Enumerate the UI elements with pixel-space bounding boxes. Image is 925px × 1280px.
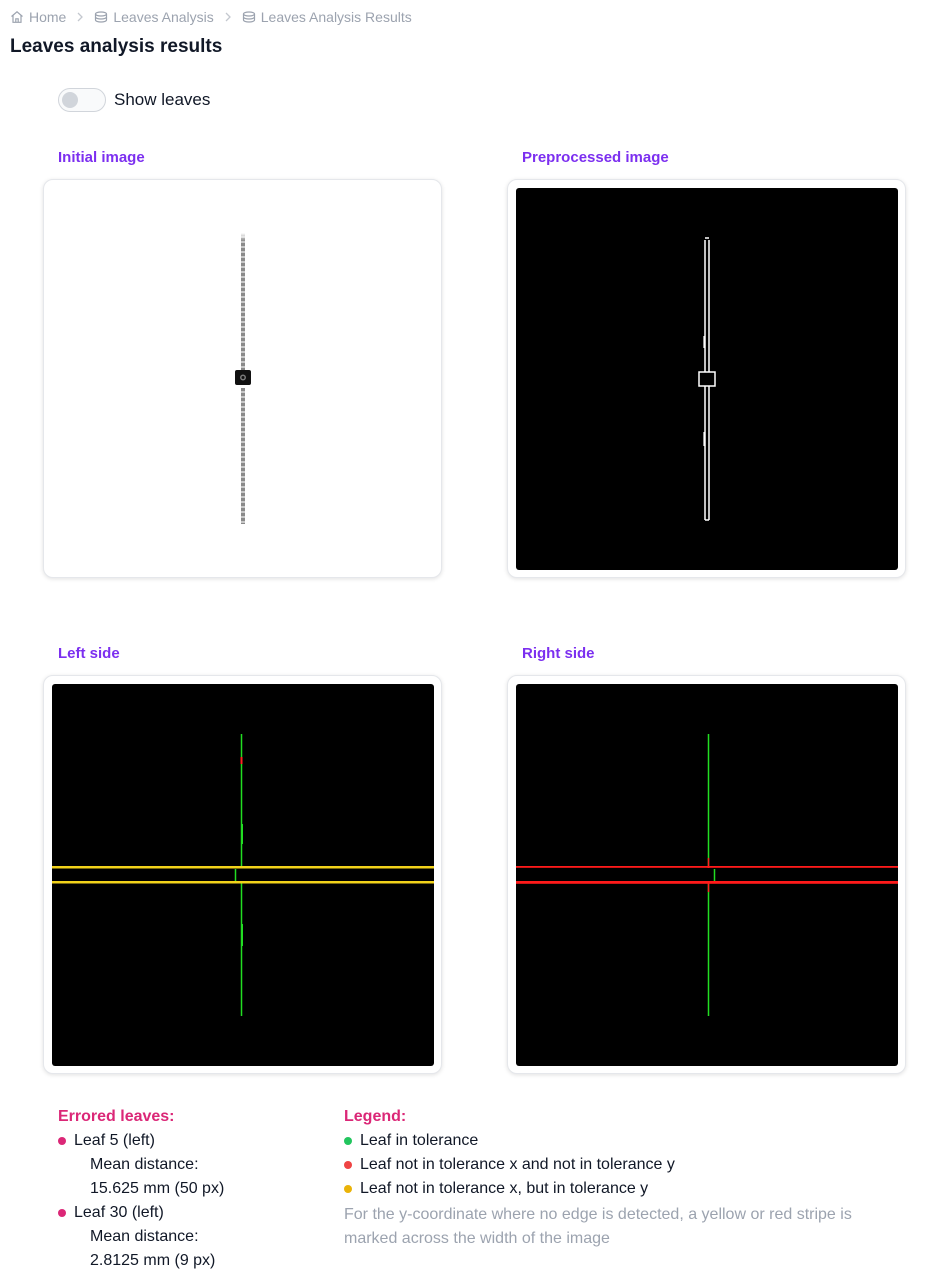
preprocessed-image-title: Preprocessed image (522, 149, 669, 166)
breadcrumb-leaves-analysis-label: Leaves Analysis (113, 9, 214, 25)
mean-distance-label: Mean distance: (90, 1156, 199, 1173)
left-side-title: Left side (58, 645, 120, 662)
breadcrumb-leaves-analysis[interactable]: Leaves Analysis (94, 9, 214, 25)
legend-title: Legend: (344, 1108, 407, 1125)
home-icon (11, 11, 23, 23)
legend-note: For the y-coordinate where no edge is de… (344, 1206, 852, 1247)
initial-image-card (43, 179, 442, 578)
bullet-dot (58, 1209, 66, 1217)
page-title: Leaves analysis results (10, 36, 223, 57)
chevron-right-icon (76, 12, 84, 22)
toggle-knob (62, 92, 78, 108)
breadcrumb-home[interactable]: Home (10, 9, 66, 25)
show-leaves-toggle-row: Show leaves (58, 88, 210, 112)
mean-distance-value: 15.625 mm (50 px) (90, 1180, 225, 1197)
show-leaves-toggle[interactable] (58, 88, 106, 112)
preprocessed-image-card (507, 179, 906, 578)
errored-leaves-title: Errored leaves: (58, 1108, 175, 1125)
database-icon (242, 11, 255, 23)
right-side-image (516, 684, 898, 1066)
errored-leaf-name: Leaf 5 (left) (74, 1132, 155, 1149)
errored-leaf-item: Leaf 30 (left) (58, 1201, 328, 1225)
legend-item: Leaf not in tolerance x, but in toleranc… (344, 1177, 884, 1201)
breadcrumb: Home Leaves Analysis Leaves Analysis Res… (10, 8, 412, 26)
right-side-card (507, 675, 906, 1074)
show-leaves-label: Show leaves (114, 90, 211, 109)
bullet-dot (58, 1137, 66, 1145)
legend-label: Leaf not in tolerance x and not in toler… (360, 1156, 675, 1173)
legend-item: Leaf in tolerance (344, 1129, 884, 1153)
preprocessed-image (516, 188, 898, 570)
initial-image-title: Initial image (58, 149, 145, 166)
legend-label: Leaf in tolerance (360, 1132, 479, 1149)
chevron-right-icon (224, 12, 232, 22)
left-side-image (52, 684, 434, 1066)
breadcrumb-home-label: Home (29, 9, 67, 25)
legend-dot-yellow (344, 1185, 352, 1193)
left-side-card (43, 675, 442, 1074)
legend: Legend: Leaf in tolerance Leaf not in to… (344, 1108, 884, 1251)
errored-leaf-name: Leaf 30 (left) (74, 1204, 164, 1221)
mean-distance-label: Mean distance: (90, 1228, 199, 1245)
legend-dot-green (344, 1137, 352, 1145)
legend-dot-red (344, 1161, 352, 1169)
breadcrumb-leaves-analysis-results[interactable]: Leaves Analysis Results (242, 9, 412, 25)
legend-item: Leaf not in tolerance x and not in toler… (344, 1153, 884, 1177)
initial-image (52, 188, 434, 570)
breadcrumb-leaves-analysis-results-label: Leaves Analysis Results (260, 9, 412, 25)
mean-distance-value: 2.8125 mm (9 px) (90, 1252, 216, 1269)
legend-label: Leaf not in tolerance x, but in toleranc… (360, 1180, 649, 1197)
errored-leaves: Errored leaves: Leaf 5 (left) Mean dista… (58, 1108, 328, 1273)
database-icon (95, 11, 108, 23)
errored-leaf-item: Leaf 5 (left) (58, 1129, 328, 1153)
right-side-title: Right side (522, 645, 595, 662)
